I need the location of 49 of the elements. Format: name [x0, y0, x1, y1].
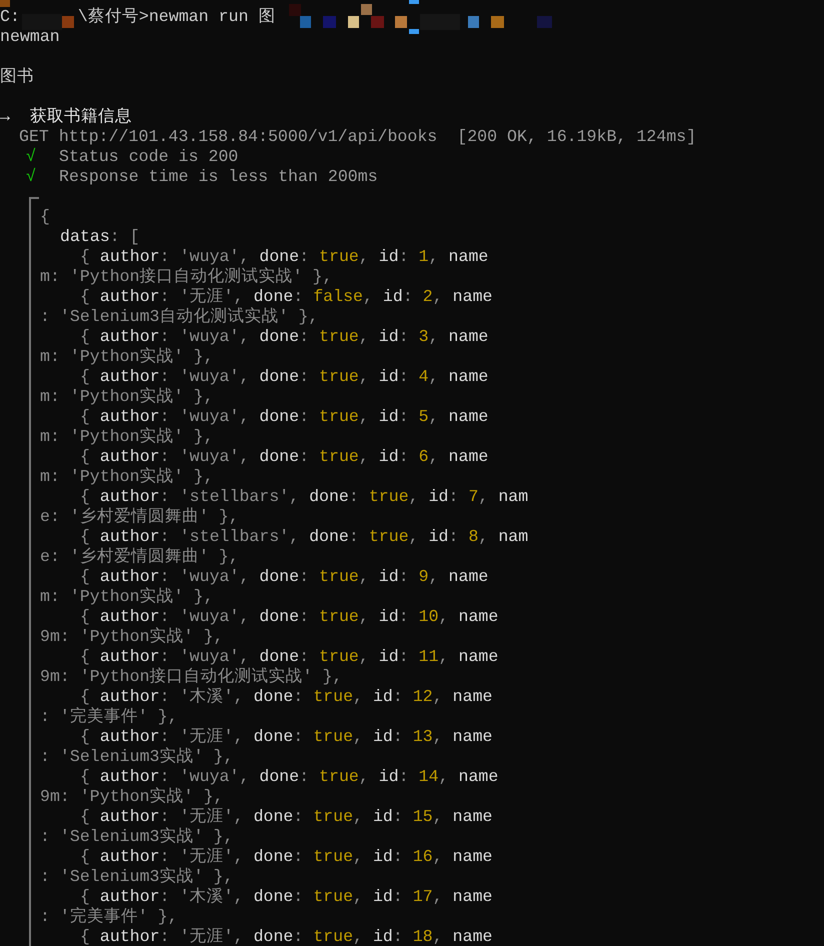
json-line: : 'Selenium3实战' }, — [40, 827, 234, 846]
assertion-text: Status code is 200 — [59, 147, 238, 167]
json-line: { — [40, 207, 50, 226]
json-line: { author: 'wuya', done: true, id: 6, name — [80, 447, 488, 466]
json-line: { author: 'wuya', done: true, id: 3, name — [80, 327, 488, 346]
json-line: { author: '无涯', done: true, id: 13, name — [80, 727, 492, 746]
json-line: e: '乡村爱情圆舞曲' }, — [40, 507, 239, 526]
folder-name: 图书 — [0, 67, 34, 87]
json-line: m: 'Python实战' }, — [40, 467, 214, 486]
json-line: m: 'Python接口自动化测试实战' }, — [40, 267, 332, 286]
check-icon: √ — [26, 147, 59, 167]
json-line: { author: '无涯', done: false, id: 2, name — [80, 287, 492, 306]
json-line: { author: 'wuya', done: true, id: 1, name — [80, 247, 488, 266]
json-line: 9m: 'Python接口自动化测试实战' }, — [40, 667, 342, 686]
json-line: : '完美事件' }, — [40, 907, 178, 926]
json-line: m: 'Python实战' }, — [40, 587, 214, 606]
check-icon: √ — [26, 167, 59, 187]
json-line: { author: 'stellbars', done: true, id: 8, nam — [80, 527, 528, 546]
response-summary: [200 OK, 16.19kB, 124ms] — [457, 127, 696, 147]
json-line: m: 'Python实战' }, — [40, 347, 214, 366]
json-line: { author: 'wuya', done: true, id: 10, name — [80, 607, 498, 626]
json-line: : 'Selenium3实战' }, — [40, 867, 234, 886]
json-line: { author: 'wuya', done: true, id: 9, name — [80, 567, 488, 586]
request-line: GET http://101.43.158.84:5000/v1/api/books — [19, 127, 438, 147]
json-line: : '完美事件' }, — [40, 707, 178, 726]
json-line: { author: 'wuya', done: true, id: 5, name — [80, 407, 488, 426]
json-line: { author: 'wuya', done: true, id: 11, name — [80, 647, 498, 666]
collection-name: newman — [0, 27, 60, 47]
json-line: { author: 'stellbars', done: true, id: 7, nam — [80, 487, 528, 506]
json-line: m: 'Python实战' }, — [40, 427, 214, 446]
arrow-icon: → — [0, 107, 10, 127]
json-line: { author: 'wuya', done: true, id: 4, name — [80, 367, 488, 386]
json-line: e: '乡村爱情圆舞曲' }, — [40, 547, 239, 566]
json-line: { author: '无涯', done: true, id: 16, name — [80, 847, 492, 866]
json-line: : 'Selenium3自动化测试实战' }, — [40, 307, 318, 326]
request-name: 获取书籍信息 — [30, 107, 132, 127]
json-line: datas: [ — [60, 227, 140, 246]
json-line: { author: 'wuya', done: true, id: 14, name — [80, 767, 498, 786]
prompt-drive: C: — [0, 7, 20, 27]
prompt-command: \蔡付号>newman run 图 — [78, 7, 276, 27]
json-line: { author: '木溪', done: true, id: 12, name — [80, 687, 492, 706]
json-line: { author: '木溪', done: true, id: 17, name — [80, 887, 492, 906]
json-line: : 'Selenium3实战' }, — [40, 747, 234, 766]
json-line: 9m: 'Python实战' }, — [40, 627, 224, 646]
assertion-text: Response time is less than 200ms — [59, 167, 378, 187]
json-line: 9m: 'Python实战' }, — [40, 787, 224, 806]
json-line: { author: '无涯', done: true, id: 18, name — [80, 927, 492, 946]
json-line: { author: '无涯', done: true, id: 15, name — [80, 807, 492, 826]
json-line: m: 'Python实战' }, — [40, 387, 214, 406]
